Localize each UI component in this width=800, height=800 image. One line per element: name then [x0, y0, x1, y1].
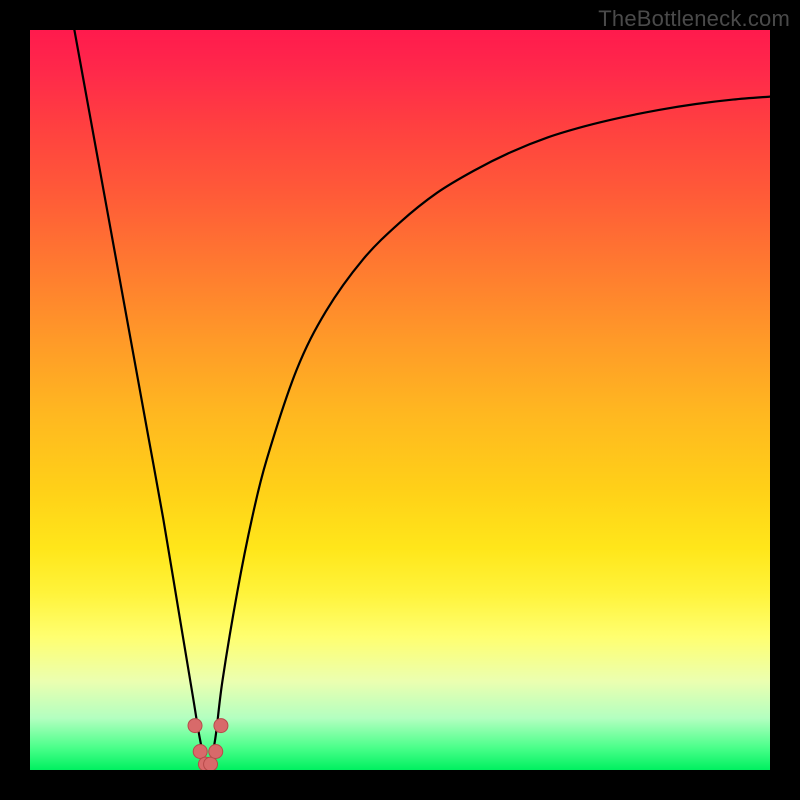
watermark-text: TheBottleneck.com — [598, 6, 790, 32]
minimum-marker-dot — [188, 719, 202, 733]
bottleneck-curve-path — [74, 30, 770, 770]
minimum-marker-dot — [193, 745, 207, 759]
bottleneck-curve-svg — [30, 30, 770, 770]
minimum-marker-group — [188, 719, 228, 770]
minimum-marker-dot — [204, 757, 218, 770]
minimum-marker-dot — [209, 745, 223, 759]
chart-area — [30, 30, 770, 770]
minimum-marker-dot — [214, 719, 228, 733]
